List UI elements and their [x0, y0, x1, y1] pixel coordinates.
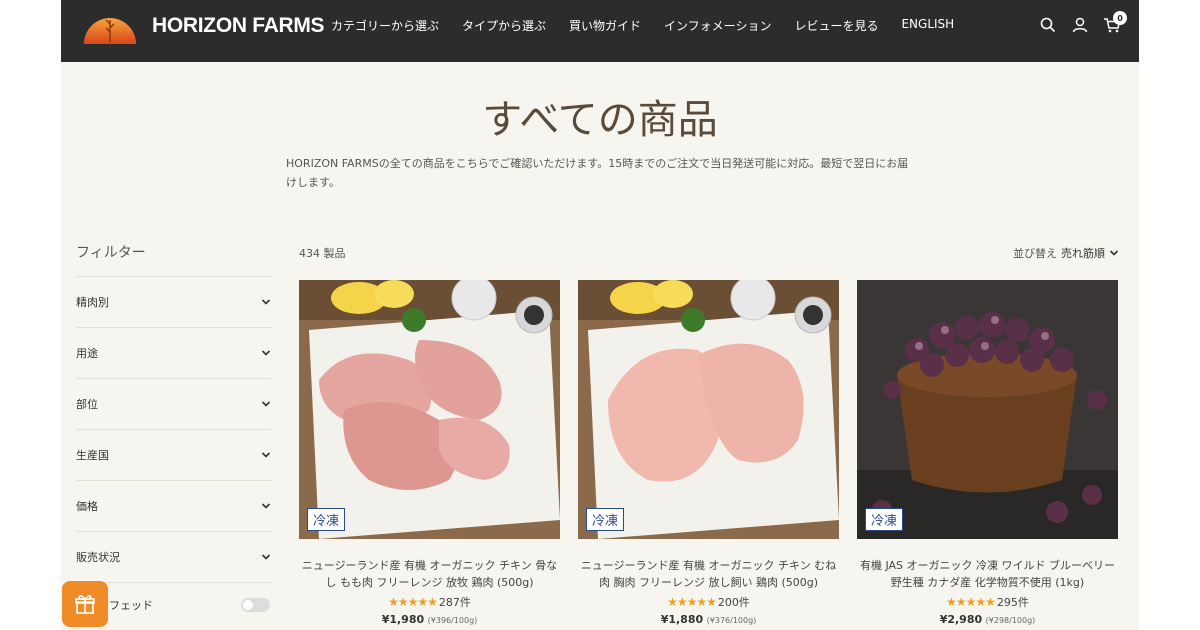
nav-item-type[interactable]: タイプから選ぶ	[462, 17, 546, 34]
product-count: 434 製品	[299, 247, 346, 260]
product-name[interactable]: 有機 JAS オーガニック 冷凍 ワイルド ブルーベリー 野生種 カナダ産 化学…	[857, 557, 1118, 591]
gift-icon	[75, 595, 95, 614]
star-rating-icon: ★★★★★	[946, 595, 996, 609]
product-image[interactable]: 冷凍	[857, 280, 1118, 539]
product-card[interactable]: 冷凍 有機 JAS オーガニック 冷凍 ワイルド ブルーベリー 野生種 カナダ産…	[857, 280, 1118, 626]
price-value: ¥2,980	[939, 613, 983, 626]
product-name[interactable]: ニュージーランド産 有機 オーガニック チキン 骨なし もも肉 フリーレンジ 放…	[299, 557, 560, 591]
product-card[interactable]: 冷凍 ニュージーランド産 有機 オーガニック チキン 骨なし もも肉 フリーレン…	[299, 280, 560, 626]
chevron-down-icon	[261, 452, 271, 458]
product-price: ¥1,980 (¥396/100g)	[299, 613, 560, 626]
price-value: ¥1,880	[660, 613, 704, 626]
brand-logo[interactable]	[83, 6, 137, 46]
chicken-breast-image	[578, 280, 839, 539]
page-title: すべての商品	[482, 97, 718, 143]
chevron-down-icon	[261, 350, 271, 356]
nav-item-information[interactable]: インフォメーション	[664, 17, 771, 34]
filter-label: 用途	[76, 347, 98, 360]
fed-filter-label: フェッド	[109, 599, 153, 612]
price-value: ¥1,980	[381, 613, 425, 626]
star-rating-icon: ★★★★★	[667, 595, 717, 609]
brand-name[interactable]: HORIZON FARMS	[152, 14, 325, 38]
filter-availability[interactable]: 販売状況	[76, 531, 271, 582]
filter-meat-type[interactable]: 精肉別	[76, 276, 271, 327]
product-card[interactable]: 冷凍 ニュージーランド産 有機 オーガニック チキン むね肉 胸肉 フリーレンジ…	[578, 280, 839, 626]
review-count[interactable]: 295件	[997, 594, 1029, 610]
product-grid: 冷凍 ニュージーランド産 有機 オーガニック チキン 骨なし もも肉 フリーレン…	[299, 280, 1118, 626]
unit-price: (¥396/100g)	[427, 616, 478, 625]
product-price: ¥2,980 (¥298/100g)	[857, 613, 1118, 626]
nav-item-english[interactable]: ENGLISH	[901, 17, 954, 34]
filter-label: 部位	[76, 398, 98, 411]
chevron-down-icon	[261, 554, 271, 560]
chevron-down-icon	[1109, 250, 1119, 256]
blueberry-image	[857, 280, 1118, 539]
product-image[interactable]: 冷凍	[578, 280, 839, 539]
filter-label: 精肉別	[76, 296, 109, 309]
fed-toggle[interactable]	[241, 598, 270, 612]
frozen-tag: 冷凍	[865, 508, 904, 531]
filter-label: 価格	[76, 500, 98, 513]
cart-count-badge: 0	[1113, 11, 1127, 25]
product-rating: ★★★★★ 295件	[857, 594, 1118, 610]
product-rating: ★★★★★ 200件	[578, 594, 839, 610]
frozen-tag: 冷凍	[586, 508, 625, 531]
filter-price[interactable]: 価格	[76, 480, 271, 531]
chevron-down-icon	[261, 299, 271, 305]
nav-item-category[interactable]: カテゴリーから選ぶ	[331, 17, 439, 34]
product-name[interactable]: ニュージーランド産 有機 オーガニック チキン むね肉 胸肉 フリーレンジ 放し…	[578, 557, 839, 591]
product-price: ¥1,880 (¥376/100g)	[578, 613, 839, 626]
account-icon[interactable]	[1071, 16, 1089, 34]
filter-list: 精肉別 用途 部位 生産国 価格 販売状況	[76, 276, 271, 583]
filter-label: 販売状況	[76, 551, 120, 564]
page-description: HORIZON FARMSの全ての商品をこちらでご確認いただけます。15時までの…	[286, 157, 909, 189]
chevron-down-icon	[261, 503, 271, 509]
star-rating-icon: ★★★★★	[388, 595, 438, 609]
unit-price: (¥376/100g)	[706, 616, 757, 625]
filter-label: 生産国	[76, 449, 109, 462]
filter-origin[interactable]: 生産国	[76, 429, 271, 480]
search-icon[interactable]	[1039, 16, 1057, 34]
frozen-tag: 冷凍	[307, 508, 346, 531]
main-nav: カテゴリーから選ぶ タイプから選ぶ 買い物ガイド インフォメーション レビューを…	[331, 17, 977, 34]
nav-item-guide[interactable]: 買い物ガイド	[569, 17, 641, 34]
site-header: HORIZON FARMS カテゴリーから選ぶ タイプから選ぶ 買い物ガイド イ…	[61, 0, 1139, 62]
gift-button[interactable]	[62, 581, 108, 627]
review-count[interactable]: 200件	[718, 594, 750, 610]
filter-heading: フィルター	[76, 245, 146, 261]
cart-button[interactable]: 0	[1103, 11, 1127, 34]
filter-cut[interactable]: 部位	[76, 378, 271, 429]
sort-dropdown[interactable]: 並び替え 売れ筋順	[1013, 245, 1119, 261]
sort-label: 並び替え	[1013, 247, 1057, 260]
page-frame: HORIZON FARMS カテゴリーから選ぶ タイプから選ぶ 買い物ガイド イ…	[61, 0, 1139, 630]
filter-usage[interactable]: 用途	[76, 327, 271, 378]
chicken-thigh-image	[299, 280, 560, 539]
product-image[interactable]: 冷凍	[299, 280, 560, 539]
unit-price: (¥298/100g)	[985, 616, 1036, 625]
chevron-down-icon	[261, 401, 271, 407]
sort-value: 売れ筋順	[1061, 247, 1105, 260]
nav-item-reviews[interactable]: レビューを見る	[794, 17, 878, 34]
review-count[interactable]: 287件	[439, 594, 471, 610]
product-rating: ★★★★★ 287件	[299, 594, 560, 610]
header-icons: 0	[1039, 11, 1127, 34]
